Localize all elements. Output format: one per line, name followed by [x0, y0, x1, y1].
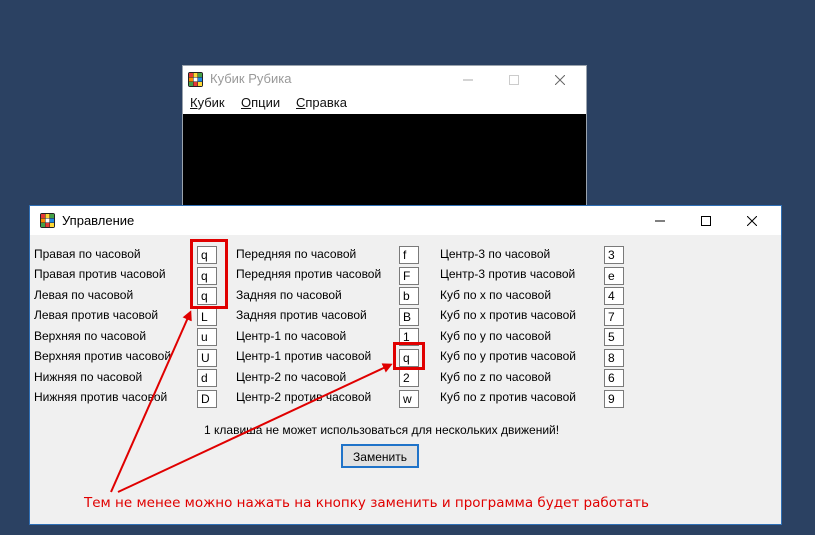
control-label: Куб по z по часовой: [440, 370, 552, 384]
annotation-text: Тем не менее можно нажать на кнопку заме…: [84, 495, 649, 511]
control-label: Куб по y по часовой: [440, 329, 552, 343]
dialog-close-button[interactable]: [729, 206, 775, 236]
main-window-titlebar[interactable]: Кубик Рубика: [183, 66, 586, 93]
key-field[interactable]: w: [399, 390, 419, 408]
rubik-main-window: Кубик Рубика Кубик Опции Справка: [182, 65, 587, 225]
key-field[interactable]: B: [399, 308, 419, 326]
dialog-titlebar[interactable]: Управление: [30, 206, 781, 235]
main-close-button[interactable]: [537, 66, 583, 93]
control-label: Центр-2 по часовой: [236, 370, 347, 384]
duplicate-key-highlight: [393, 342, 425, 370]
menu-cube[interactable]: Кубик: [190, 95, 225, 110]
warning-text: 1 клавиша не может использоваться для не…: [204, 423, 560, 437]
control-label: Центр-2 против часовой: [236, 390, 372, 404]
control-label: Куб по x против часовой: [440, 308, 577, 322]
key-field[interactable]: U: [197, 349, 217, 367]
control-label: Центр-3 против часовой: [440, 267, 576, 281]
control-label: Передняя против часовой: [236, 267, 382, 281]
key-field[interactable]: D: [197, 390, 217, 408]
rubiks-cube-icon: [40, 213, 55, 228]
key-field[interactable]: b: [399, 287, 419, 305]
main-maximize-button[interactable]: [491, 66, 537, 93]
minimize-icon: [463, 79, 473, 80]
key-field[interactable]: d: [197, 369, 217, 387]
key-field[interactable]: 9: [604, 390, 624, 408]
key-field[interactable]: 2: [399, 369, 419, 387]
duplicate-keys-highlight: [190, 239, 228, 309]
control-label: Левая против часовой: [34, 308, 159, 322]
maximize-icon: [509, 74, 519, 85]
main-menubar: Кубик Опции Справка: [183, 93, 586, 114]
control-label: Куб по y против часовой: [440, 349, 577, 363]
menu-help[interactable]: Справка: [296, 95, 347, 110]
replace-button[interactable]: Заменить: [341, 444, 419, 468]
menu-options[interactable]: Опции: [241, 95, 280, 110]
minimize-icon: [655, 220, 665, 222]
controls-dialog: Управление Правая по часовой Правая прот…: [29, 205, 782, 525]
control-label: Центр-1 против часовой: [236, 349, 372, 363]
control-label: Левая по часовой: [34, 288, 134, 302]
control-label: Задняя по часовой: [236, 288, 342, 302]
control-label: Нижняя против часовой: [34, 390, 168, 404]
dialog-minimize-button[interactable]: [637, 206, 683, 236]
control-label: Верхняя по часовой: [34, 329, 147, 343]
control-label: Правая против часовой: [34, 267, 166, 281]
control-label: Задняя против часовой: [236, 308, 367, 322]
close-icon: [747, 216, 757, 226]
control-label: Правая по часовой: [34, 247, 141, 261]
close-icon: [555, 74, 565, 85]
key-field[interactable]: 5: [604, 328, 624, 346]
key-field[interactable]: F: [399, 267, 419, 285]
key-field[interactable]: 7: [604, 308, 624, 326]
control-label: Верхняя против часовой: [34, 349, 172, 363]
control-label: Передняя по часовой: [236, 247, 357, 261]
control-label: Куб по x по часовой: [440, 288, 552, 302]
control-label: Куб по z против часовой: [440, 390, 577, 404]
key-field[interactable]: 4: [604, 287, 624, 305]
dialog-title: Управление: [62, 213, 135, 228]
key-field[interactable]: e: [604, 267, 624, 285]
maximize-icon: [701, 216, 711, 226]
control-label: Нижняя по часовой: [34, 370, 143, 384]
main-window-title: Кубик Рубика: [210, 71, 292, 86]
key-field[interactable]: 8: [604, 349, 624, 367]
rubiks-cube-icon: [188, 72, 203, 87]
control-label: Центр-3 по часовой: [440, 247, 551, 261]
main-minimize-button[interactable]: [445, 66, 491, 93]
key-field[interactable]: 6: [604, 369, 624, 387]
key-field[interactable]: 3: [604, 246, 624, 264]
control-label: Центр-1 по часовой: [236, 329, 347, 343]
key-field[interactable]: u: [197, 328, 217, 346]
key-field[interactable]: L: [197, 308, 217, 326]
key-field[interactable]: f: [399, 246, 419, 264]
dialog-maximize-button[interactable]: [683, 206, 729, 236]
